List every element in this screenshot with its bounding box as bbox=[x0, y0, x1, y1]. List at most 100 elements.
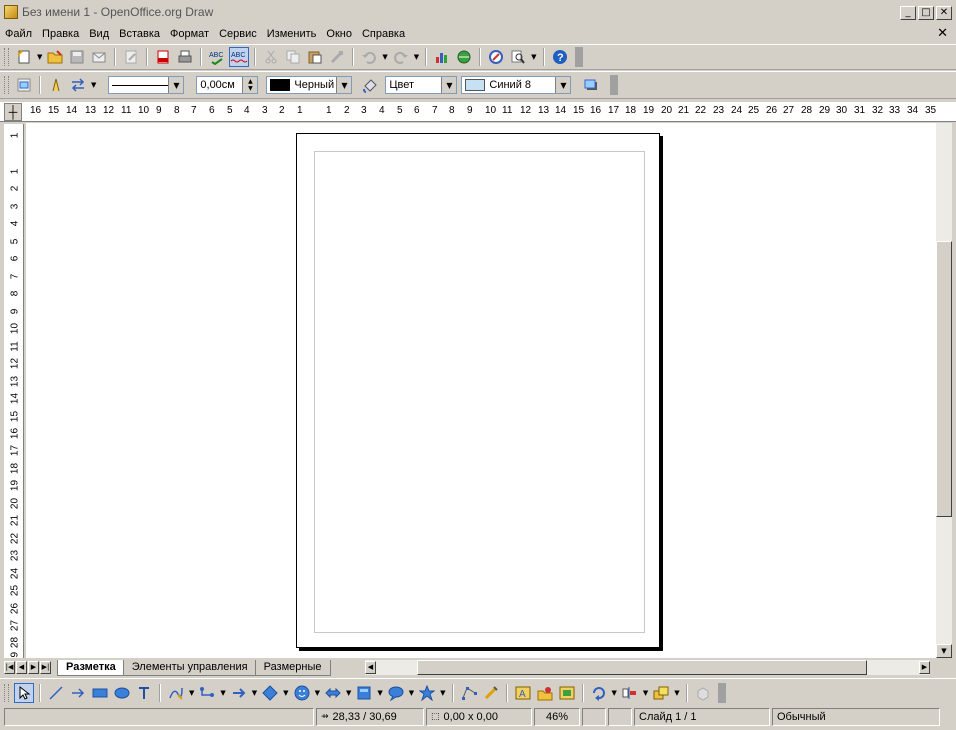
cut-icon[interactable] bbox=[261, 47, 281, 67]
area-color-select[interactable]: Синий 8 ▼ bbox=[461, 76, 572, 94]
gallery-icon[interactable] bbox=[486, 47, 506, 67]
scroll-down-icon[interactable]: ▼ bbox=[936, 644, 952, 658]
next-tab-icon[interactable]: ▶ bbox=[28, 661, 39, 674]
toolbar-grip[interactable] bbox=[4, 76, 9, 94]
scroll-right-icon[interactable]: ▶ bbox=[919, 661, 930, 674]
zoom-dropdown-icon[interactable]: ▼ bbox=[531, 53, 536, 61]
ellipse-tool-icon[interactable] bbox=[112, 683, 132, 703]
chart-icon[interactable] bbox=[432, 47, 452, 67]
help-icon[interactable]: ? bbox=[550, 47, 570, 67]
toolbar-overflow-handle[interactable] bbox=[574, 47, 583, 67]
lines-arrows-dropdown-icon[interactable]: ▼ bbox=[252, 689, 257, 697]
styles-icon[interactable] bbox=[14, 75, 34, 95]
gallery-draw-icon[interactable] bbox=[557, 683, 577, 703]
open-icon[interactable] bbox=[45, 47, 65, 67]
spellcheck-icon[interactable]: ABC bbox=[207, 47, 227, 67]
area-style-select[interactable]: Цвет ▼ bbox=[385, 76, 458, 94]
navigator-icon[interactable] bbox=[454, 47, 474, 67]
symbol-shapes-icon[interactable] bbox=[292, 683, 312, 703]
block-arrows-icon[interactable] bbox=[323, 683, 343, 703]
save-icon[interactable] bbox=[67, 47, 87, 67]
line-icon[interactable] bbox=[46, 75, 66, 95]
callouts-icon[interactable] bbox=[386, 683, 406, 703]
vertical-scrollbar[interactable] bbox=[936, 123, 952, 658]
print-icon[interactable] bbox=[175, 47, 195, 67]
undo-icon[interactable] bbox=[359, 47, 379, 67]
align-dropdown-icon[interactable]: ▼ bbox=[643, 689, 648, 697]
toolbar-overflow-handle[interactable] bbox=[717, 683, 726, 703]
flowchart-icon[interactable] bbox=[354, 683, 374, 703]
line-width-field[interactable]: 0,00см ▲ ▼ bbox=[196, 76, 259, 94]
email-icon[interactable] bbox=[89, 47, 109, 67]
menu-edit[interactable]: Правка bbox=[37, 28, 84, 40]
prev-tab-icon[interactable]: ◀ bbox=[16, 661, 27, 674]
close-window-button[interactable]: ✕ bbox=[936, 6, 952, 20]
fontwork-icon[interactable]: A bbox=[513, 683, 533, 703]
paste-icon[interactable] bbox=[305, 47, 325, 67]
spin-icon[interactable]: ▲ ▼ bbox=[242, 77, 258, 93]
close-document-button[interactable]: ✕ bbox=[937, 26, 948, 41]
horizontal-ruler[interactable]: ┼ 16 15 14 13 12 11 10 9 8 7 6 5 4 3 2 1 1 2 3 4 5 6 7 8 9 10 11 12… bbox=[0, 102, 956, 122]
area-fill-icon[interactable] bbox=[360, 75, 380, 95]
chevron-down-icon[interactable]: ▼ bbox=[168, 77, 184, 93]
arrange-dropdown-icon[interactable]: ▼ bbox=[674, 689, 679, 697]
scroll-left-icon[interactable]: ◀ bbox=[365, 661, 376, 674]
symbol-shapes-dropdown-icon[interactable]: ▼ bbox=[315, 689, 320, 697]
extrusion-icon[interactable] bbox=[693, 683, 713, 703]
line-arrow-tool-icon[interactable] bbox=[68, 683, 88, 703]
vertical-ruler[interactable]: 1 1 2 3 4 5 6 7 8 9 10 11 12 13 14 15 16 17 18 19 20 21 22 23 24… bbox=[4, 124, 24, 658]
lines-arrows-tool-icon[interactable] bbox=[229, 683, 249, 703]
redo-icon[interactable] bbox=[391, 47, 411, 67]
new-dropdown-icon[interactable]: ▼ bbox=[37, 53, 42, 61]
chevron-down-icon[interactable]: ▼ bbox=[555, 77, 571, 93]
menu-modify[interactable]: Изменить bbox=[262, 28, 322, 40]
arrange-icon[interactable] bbox=[651, 683, 671, 703]
undo-dropdown-icon[interactable]: ▼ bbox=[382, 53, 387, 61]
rotate-icon[interactable] bbox=[589, 683, 609, 703]
arrow-style-dropdown-icon[interactable]: ▼ bbox=[91, 81, 96, 89]
line-tool-icon[interactable] bbox=[46, 683, 66, 703]
line-style-select[interactable]: ▼ bbox=[108, 76, 185, 94]
toolbar-overflow-handle[interactable] bbox=[610, 75, 619, 95]
new-icon[interactable] bbox=[14, 47, 34, 67]
text-tool-icon[interactable] bbox=[134, 683, 154, 703]
arrow-style-icon[interactable] bbox=[68, 75, 88, 95]
from-file-icon[interactable] bbox=[535, 683, 555, 703]
select-arrow-icon[interactable] bbox=[14, 683, 34, 703]
menu-help[interactable]: Справка bbox=[357, 28, 410, 40]
tab-dimension-lines[interactable]: Размерные bbox=[254, 659, 331, 676]
block-arrows-dropdown-icon[interactable]: ▼ bbox=[346, 689, 351, 697]
shadow-icon[interactable] bbox=[581, 75, 601, 95]
line-color-select[interactable]: Черный ▼ bbox=[266, 76, 353, 94]
tab-layout[interactable]: Разметка bbox=[57, 659, 125, 676]
chevron-down-icon[interactable]: ▼ bbox=[336, 77, 352, 93]
effects-dropdown-icon[interactable]: ▼ bbox=[612, 689, 617, 697]
clone-format-icon[interactable] bbox=[327, 47, 347, 67]
last-tab-icon[interactable]: ▶| bbox=[40, 661, 51, 674]
tab-controls[interactable]: Элементы управления bbox=[122, 659, 257, 676]
horizontal-scrollbar[interactable]: ◀ ▶ bbox=[365, 660, 930, 675]
chevron-down-icon[interactable]: ▼ bbox=[441, 77, 457, 93]
basic-shapes-icon[interactable] bbox=[260, 683, 280, 703]
maximize-button[interactable]: □ bbox=[918, 6, 934, 20]
drawing-page[interactable] bbox=[296, 133, 660, 648]
stars-icon[interactable] bbox=[417, 683, 437, 703]
rectangle-tool-icon[interactable] bbox=[90, 683, 110, 703]
callouts-dropdown-icon[interactable]: ▼ bbox=[409, 689, 414, 697]
export-pdf-icon[interactable] bbox=[153, 47, 173, 67]
menu-view[interactable]: Вид bbox=[84, 28, 114, 40]
menu-tools[interactable]: Сервис bbox=[214, 28, 262, 40]
zoom-indicator[interactable]: 46% bbox=[534, 708, 580, 726]
menu-window[interactable]: Окно bbox=[321, 28, 357, 40]
connector-tool-icon[interactable] bbox=[197, 683, 217, 703]
first-tab-icon[interactable]: |◀ bbox=[4, 661, 15, 674]
basic-shapes-dropdown-icon[interactable]: ▼ bbox=[283, 689, 288, 697]
menu-insert[interactable]: Вставка bbox=[114, 28, 165, 40]
horizontal-scroll-thumb[interactable] bbox=[417, 660, 867, 675]
curve-dropdown-icon[interactable]: ▼ bbox=[189, 689, 194, 697]
autospellcheck-icon[interactable]: ABC bbox=[229, 47, 250, 67]
menu-file[interactable]: Файл bbox=[0, 28, 37, 40]
flowchart-dropdown-icon[interactable]: ▼ bbox=[377, 689, 382, 697]
zoom-icon[interactable] bbox=[508, 47, 528, 67]
toolbar-grip[interactable] bbox=[4, 684, 9, 702]
